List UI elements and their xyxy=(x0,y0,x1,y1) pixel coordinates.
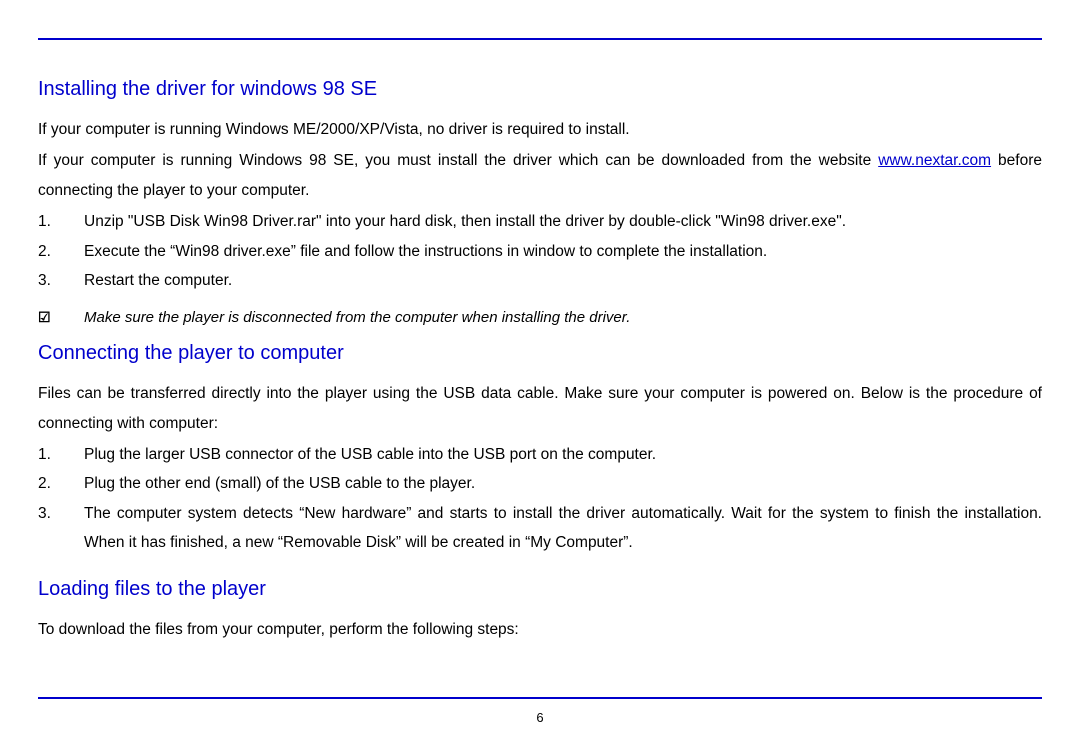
section3-heading: Loading files to the player xyxy=(38,578,1042,601)
nextar-link[interactable]: www.nextar.com xyxy=(878,152,991,169)
section2-para1: Files can be transferred directly into t… xyxy=(38,379,1042,438)
list-number: 1. xyxy=(38,440,84,469)
list-item: 2. Plug the other end (small) of the USB… xyxy=(38,469,1042,498)
note-icon: ☑ xyxy=(38,304,84,331)
list-number: 2. xyxy=(38,237,84,266)
list-item: 2. Execute the “Win98 driver.exe” file a… xyxy=(38,237,1042,266)
list-text: Plug the other end (small) of the USB ca… xyxy=(84,469,1042,498)
spacer xyxy=(38,566,1042,578)
top-divider xyxy=(38,38,1042,40)
list-number: 1. xyxy=(38,207,84,236)
document-page: Installing the driver for windows 98 SE … xyxy=(0,0,1080,644)
section1-heading: Installing the driver for windows 98 SE xyxy=(38,78,1042,101)
list-number: 3. xyxy=(38,499,84,528)
list-number: 3. xyxy=(38,266,84,295)
page-number: 6 xyxy=(0,710,1080,725)
list-item: 1. Plug the larger USB connector of the … xyxy=(38,440,1042,469)
note-text: Make sure the player is disconnected fro… xyxy=(84,304,1042,333)
section1-note: ☑ Make sure the player is disconnected f… xyxy=(38,304,1042,333)
bottom-divider xyxy=(38,697,1042,699)
section1-para2: If your computer is running Windows 98 S… xyxy=(38,146,1042,205)
list-text: Plug the larger USB connector of the USB… xyxy=(84,440,1042,469)
section2-heading: Connecting the player to computer xyxy=(38,342,1042,365)
list-number: 2. xyxy=(38,469,84,498)
section3-para1: To download the files from your computer… xyxy=(38,615,1042,644)
list-text: Unzip "USB Disk Win98 Driver.rar" into y… xyxy=(84,207,1042,236)
section1-para2-pre: If your computer is running Windows 98 S… xyxy=(38,152,878,169)
list-item: 1. Unzip "USB Disk Win98 Driver.rar" int… xyxy=(38,207,1042,236)
list-item: 3. Restart the computer. xyxy=(38,266,1042,295)
list-text: Restart the computer. xyxy=(84,266,1042,295)
list-item: 3. The computer system detects “New hard… xyxy=(38,499,1042,558)
list-text: The computer system detects “New hardwar… xyxy=(84,499,1042,558)
section1-para1: If your computer is running Windows ME/2… xyxy=(38,115,1042,144)
section1-list: 1. Unzip "USB Disk Win98 Driver.rar" int… xyxy=(38,207,1042,295)
section2-list: 1. Plug the larger USB connector of the … xyxy=(38,440,1042,558)
list-text: Execute the “Win98 driver.exe” file and … xyxy=(84,237,1042,266)
